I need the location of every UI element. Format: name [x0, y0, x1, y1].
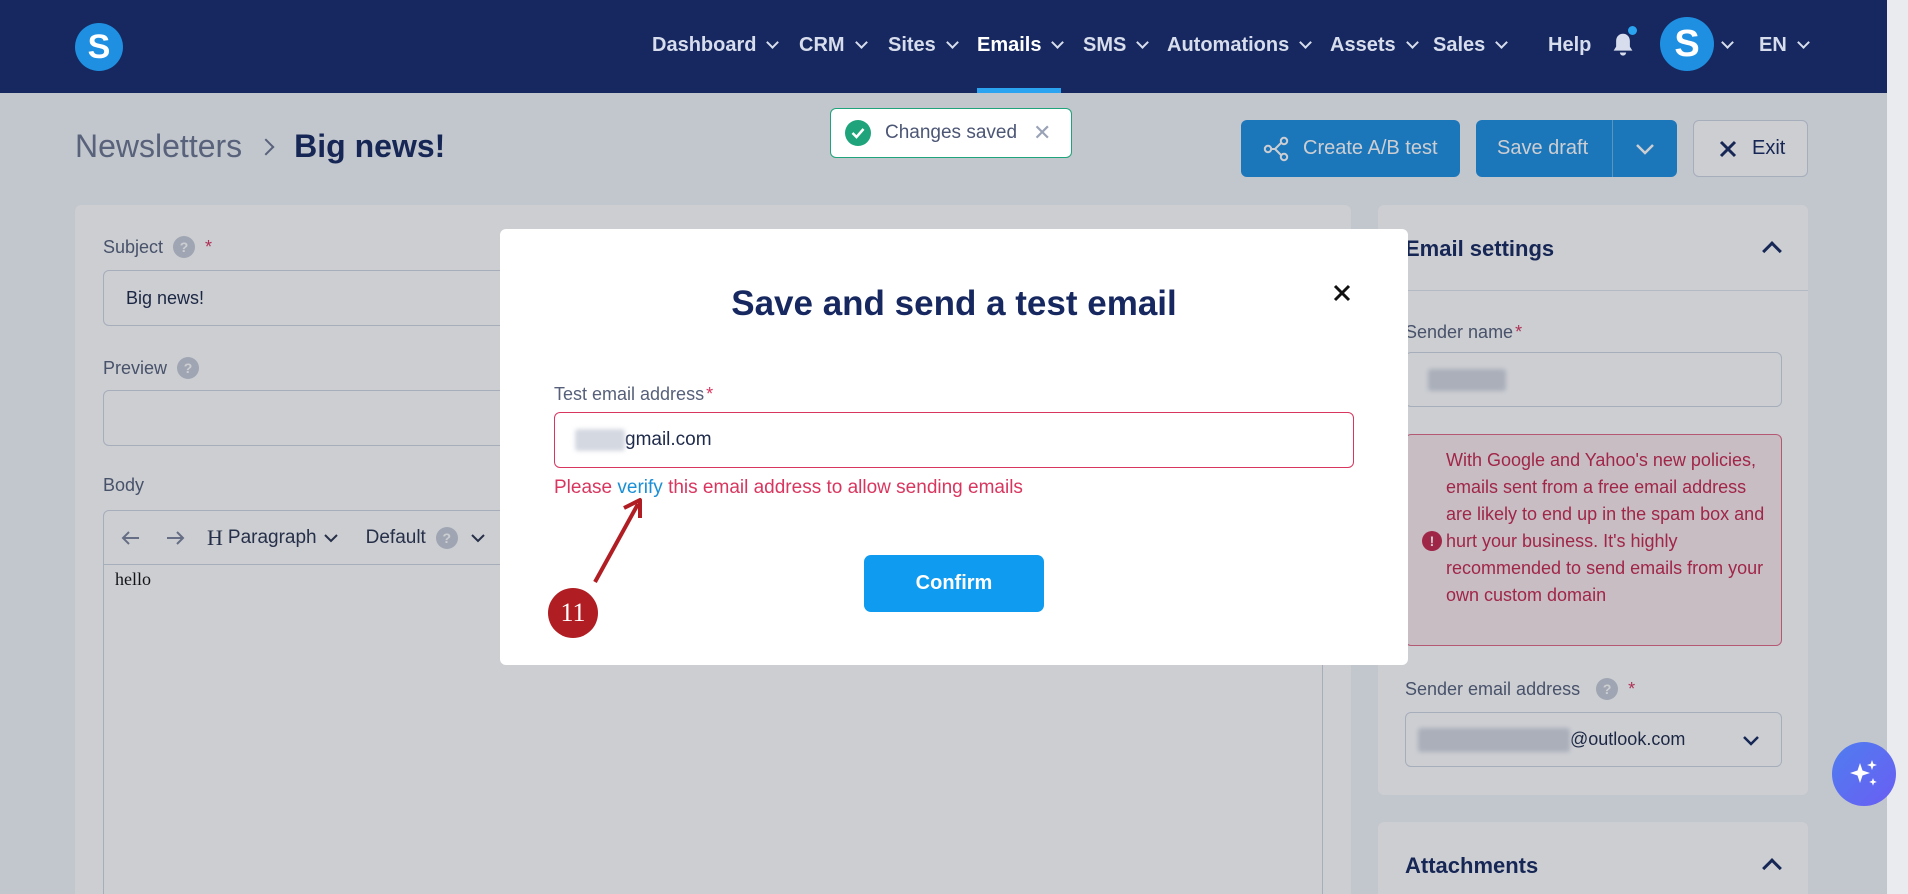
- help-link[interactable]: Help: [1548, 28, 1591, 62]
- top-navigation-bar: S Dashboard CRM Sites Emails SMS Automat…: [0, 0, 1908, 93]
- test-email-input[interactable]: gmail.com: [554, 412, 1354, 468]
- sparkles-icon: [1850, 760, 1877, 786]
- nav-item-label: Sales: [1433, 33, 1486, 56]
- chevron-down-icon[interactable]: [1721, 36, 1734, 49]
- language-selector[interactable]: EN: [1759, 28, 1810, 62]
- chevron-down-icon: [854, 35, 868, 49]
- error-suffix: this email address to allow sending emai…: [668, 477, 1023, 498]
- confirm-button[interactable]: Confirm: [864, 555, 1044, 612]
- chevron-down-icon: [1299, 35, 1313, 49]
- nav-item-label: Dashboard: [652, 33, 757, 56]
- chevron-down-icon: [1405, 35, 1419, 49]
- nav-item-label: Sites: [888, 33, 936, 56]
- test-email-value: gmail.com: [625, 429, 712, 450]
- redacted-email-user: [575, 429, 625, 451]
- chevron-down-icon: [1495, 35, 1509, 49]
- nav-item-emails[interactable]: Emails: [977, 28, 1065, 62]
- chevron-down-icon: [1051, 35, 1065, 49]
- test-email-modal: Save and send a test email Test email ad…: [500, 229, 1408, 665]
- test-email-label: Test email address *: [554, 384, 713, 405]
- modal-title: Save and send a test email: [731, 284, 1177, 323]
- nav-item-label: Assets: [1330, 33, 1396, 56]
- nav-item-label: CRM: [799, 33, 845, 56]
- language-label: EN: [1759, 33, 1787, 56]
- nav-item-label: Emails: [977, 33, 1042, 56]
- test-email-label-text: Test email address: [554, 384, 705, 404]
- chevron-down-icon: [1136, 35, 1150, 49]
- nav-item-label: Automations: [1167, 33, 1290, 56]
- avatar[interactable]: S: [1660, 17, 1714, 71]
- chevron-down-icon: [945, 35, 959, 49]
- close-icon[interactable]: ✕: [1033, 120, 1051, 146]
- nav-item-crm[interactable]: CRM: [799, 28, 868, 62]
- nav-item-label: SMS: [1083, 33, 1127, 56]
- nav-item-sales[interactable]: Sales: [1433, 28, 1509, 62]
- notification-dot: [1628, 26, 1637, 35]
- nav-item-dashboard[interactable]: Dashboard: [652, 28, 780, 62]
- step-number-badge: 11: [548, 588, 598, 638]
- nav-item-automations[interactable]: Automations: [1167, 28, 1313, 62]
- nav-item-sms[interactable]: SMS: [1083, 28, 1150, 62]
- close-icon[interactable]: [1330, 281, 1354, 305]
- chevron-down-icon: [1796, 35, 1810, 49]
- nav-item-assets[interactable]: Assets: [1330, 28, 1419, 62]
- help-label: Help: [1548, 33, 1592, 56]
- changes-saved-toast: Changes saved ✕: [830, 108, 1072, 158]
- toast-text: Changes saved: [885, 122, 1018, 143]
- chevron-down-icon: [766, 35, 780, 49]
- required-mark: *: [706, 384, 714, 404]
- nav-item-sites[interactable]: Sites: [888, 28, 959, 62]
- ai-assistant-button[interactable]: [1832, 742, 1896, 806]
- check-circle-icon: [845, 120, 871, 146]
- annotation-arrow-icon: [593, 498, 642, 583]
- app-logo[interactable]: S: [75, 23, 123, 71]
